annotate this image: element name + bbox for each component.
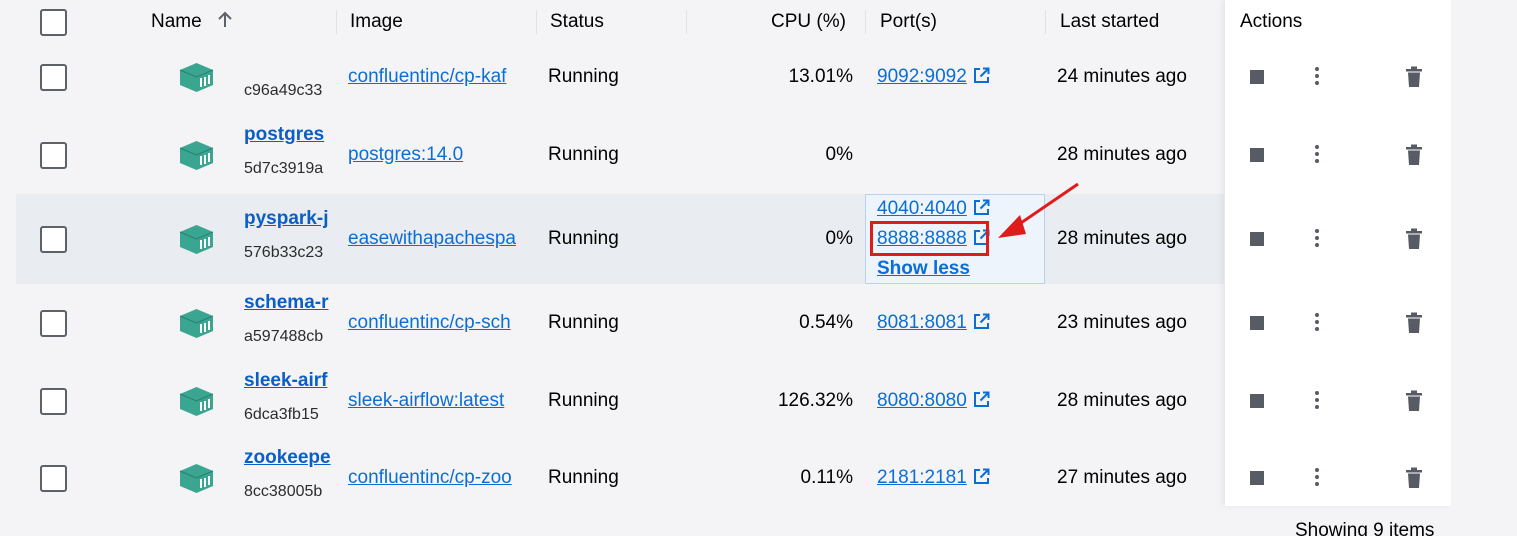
column-divider — [686, 10, 687, 34]
show-less-link-text[interactable]: Show less — [877, 258, 970, 279]
containers-page: Name Image Status CPU (%) Port(s) Last s… — [0, 0, 1517, 536]
cpu-usage: 0.11% — [800, 467, 853, 488]
column-divider — [865, 10, 866, 34]
external-link-icon[interactable] — [973, 313, 990, 330]
more-options-icon[interactable] — [1313, 391, 1321, 411]
trash-icon[interactable] — [1405, 144, 1423, 166]
image-link[interactable]: postgres:14.0 — [348, 144, 535, 166]
column-header-image[interactable]: Image — [350, 11, 403, 33]
container-id: 576b33c23 — [244, 244, 324, 261]
container-id: a597488cb — [244, 328, 324, 345]
port-entry: 8081:8081 — [877, 312, 990, 334]
status-text: Running — [548, 228, 619, 249]
container-icon — [179, 141, 214, 170]
trash-icon[interactable] — [1405, 467, 1423, 489]
items-count: Showing 9 items — [1295, 520, 1435, 536]
column-header-ports[interactable]: Port(s) — [880, 11, 937, 33]
stop-icon[interactable] — [1250, 471, 1264, 485]
last-started: 28 minutes ago — [1057, 390, 1187, 411]
container-icon — [179, 464, 214, 493]
container-id: 8cc38005b — [244, 483, 323, 500]
image-link[interactable]: confluentinc/cp-kaf — [348, 66, 535, 88]
image-link[interactable]: confluentinc/cp-sch — [348, 312, 535, 334]
more-options-icon[interactable] — [1313, 229, 1321, 249]
status-text: Running — [548, 66, 619, 87]
row-checkbox[interactable] — [40, 310, 67, 337]
annotation-highlight-box — [870, 221, 989, 256]
last-started: 23 minutes ago — [1057, 312, 1187, 333]
image-link[interactable]: confluentinc/cp-zoo — [348, 467, 535, 489]
column-divider — [536, 10, 537, 34]
external-link-icon[interactable] — [973, 391, 990, 408]
row-checkbox[interactable] — [40, 465, 67, 492]
column-header-name[interactable]: Name — [151, 11, 233, 33]
port-entry: 9092:9092 — [877, 66, 990, 88]
trash-icon[interactable] — [1405, 312, 1423, 334]
port-link[interactable]: 8080:8080 — [877, 390, 967, 411]
port-link[interactable]: 8081:8081 — [877, 312, 967, 333]
port-link[interactable]: 4040:4040 — [877, 198, 967, 219]
cpu-usage: 0% — [825, 144, 853, 165]
external-link-icon[interactable] — [973, 199, 990, 216]
container-name-link[interactable]: postgres — [244, 124, 336, 146]
container-id: c96a49c33 — [244, 82, 323, 99]
last-started: 28 minutes ago — [1057, 144, 1187, 165]
more-options-icon[interactable] — [1313, 145, 1321, 165]
more-options-icon[interactable] — [1313, 67, 1321, 87]
status-text: Running — [548, 467, 619, 488]
container-icon — [179, 387, 214, 416]
container-id: 5d7c3919a — [244, 160, 324, 177]
container-name-link[interactable]: pyspark-j — [244, 208, 336, 230]
column-header-actions: Actions — [1240, 11, 1303, 32]
row-checkbox[interactable] — [40, 388, 67, 415]
status-text: Running — [548, 390, 619, 411]
stop-icon[interactable] — [1250, 316, 1264, 330]
status-text: Running — [548, 144, 619, 165]
image-link[interactable]: sleek-airflow:latest — [348, 390, 535, 412]
stop-icon[interactable] — [1250, 394, 1264, 408]
port-entry: 8080:8080 — [877, 390, 990, 412]
trash-icon[interactable] — [1405, 228, 1423, 250]
column-divider — [1045, 10, 1046, 34]
stop-icon[interactable] — [1250, 148, 1264, 162]
row-checkbox[interactable] — [40, 226, 67, 253]
stop-icon[interactable] — [1250, 70, 1264, 84]
port-link[interactable]: 9092:9092 — [877, 66, 967, 87]
last-started: 24 minutes ago — [1057, 66, 1187, 87]
container-icon — [179, 309, 214, 338]
trash-icon[interactable] — [1405, 66, 1423, 88]
annotation-arrow-icon — [998, 182, 1079, 238]
external-link-icon[interactable] — [973, 468, 990, 485]
column-divider — [336, 10, 337, 34]
last-started: 27 minutes ago — [1057, 467, 1187, 488]
container-icon — [179, 225, 214, 254]
trash-icon[interactable] — [1405, 390, 1423, 412]
row-checkbox[interactable] — [40, 64, 67, 91]
cpu-usage: 0.54% — [799, 312, 853, 333]
port-entry: 2181:2181 — [877, 467, 990, 489]
column-header-status[interactable]: Status — [550, 11, 604, 33]
stop-icon[interactable] — [1250, 232, 1264, 246]
container-name-link[interactable]: zookeepe — [244, 447, 336, 469]
column-header-cpu[interactable]: CPU (%) — [771, 11, 846, 33]
external-link-icon[interactable] — [973, 67, 990, 84]
container-name-link[interactable]: sleek-airf — [244, 370, 336, 392]
more-options-icon[interactable] — [1313, 468, 1321, 488]
cpu-usage: 0% — [825, 228, 853, 249]
cpu-usage: 13.01% — [788, 66, 853, 87]
container-id: 6dca3fb15 — [244, 406, 319, 423]
status-text: Running — [548, 312, 619, 333]
container-icon — [179, 63, 214, 92]
select-all-checkbox[interactable] — [40, 9, 67, 36]
show-less-link[interactable]: Show less — [877, 258, 970, 280]
image-link[interactable]: easewithapachespa — [348, 228, 535, 250]
container-name-link[interactable]: schema-r — [244, 292, 336, 314]
cpu-usage: 126.32% — [777, 390, 853, 411]
port-link[interactable]: 2181:2181 — [877, 467, 967, 488]
more-options-icon[interactable] — [1313, 313, 1321, 333]
column-header-last-started[interactable]: Last started — [1060, 11, 1159, 33]
arrow-up-icon — [218, 11, 232, 27]
port-entry: 4040:4040 — [877, 198, 990, 220]
row-checkbox[interactable] — [40, 142, 67, 169]
